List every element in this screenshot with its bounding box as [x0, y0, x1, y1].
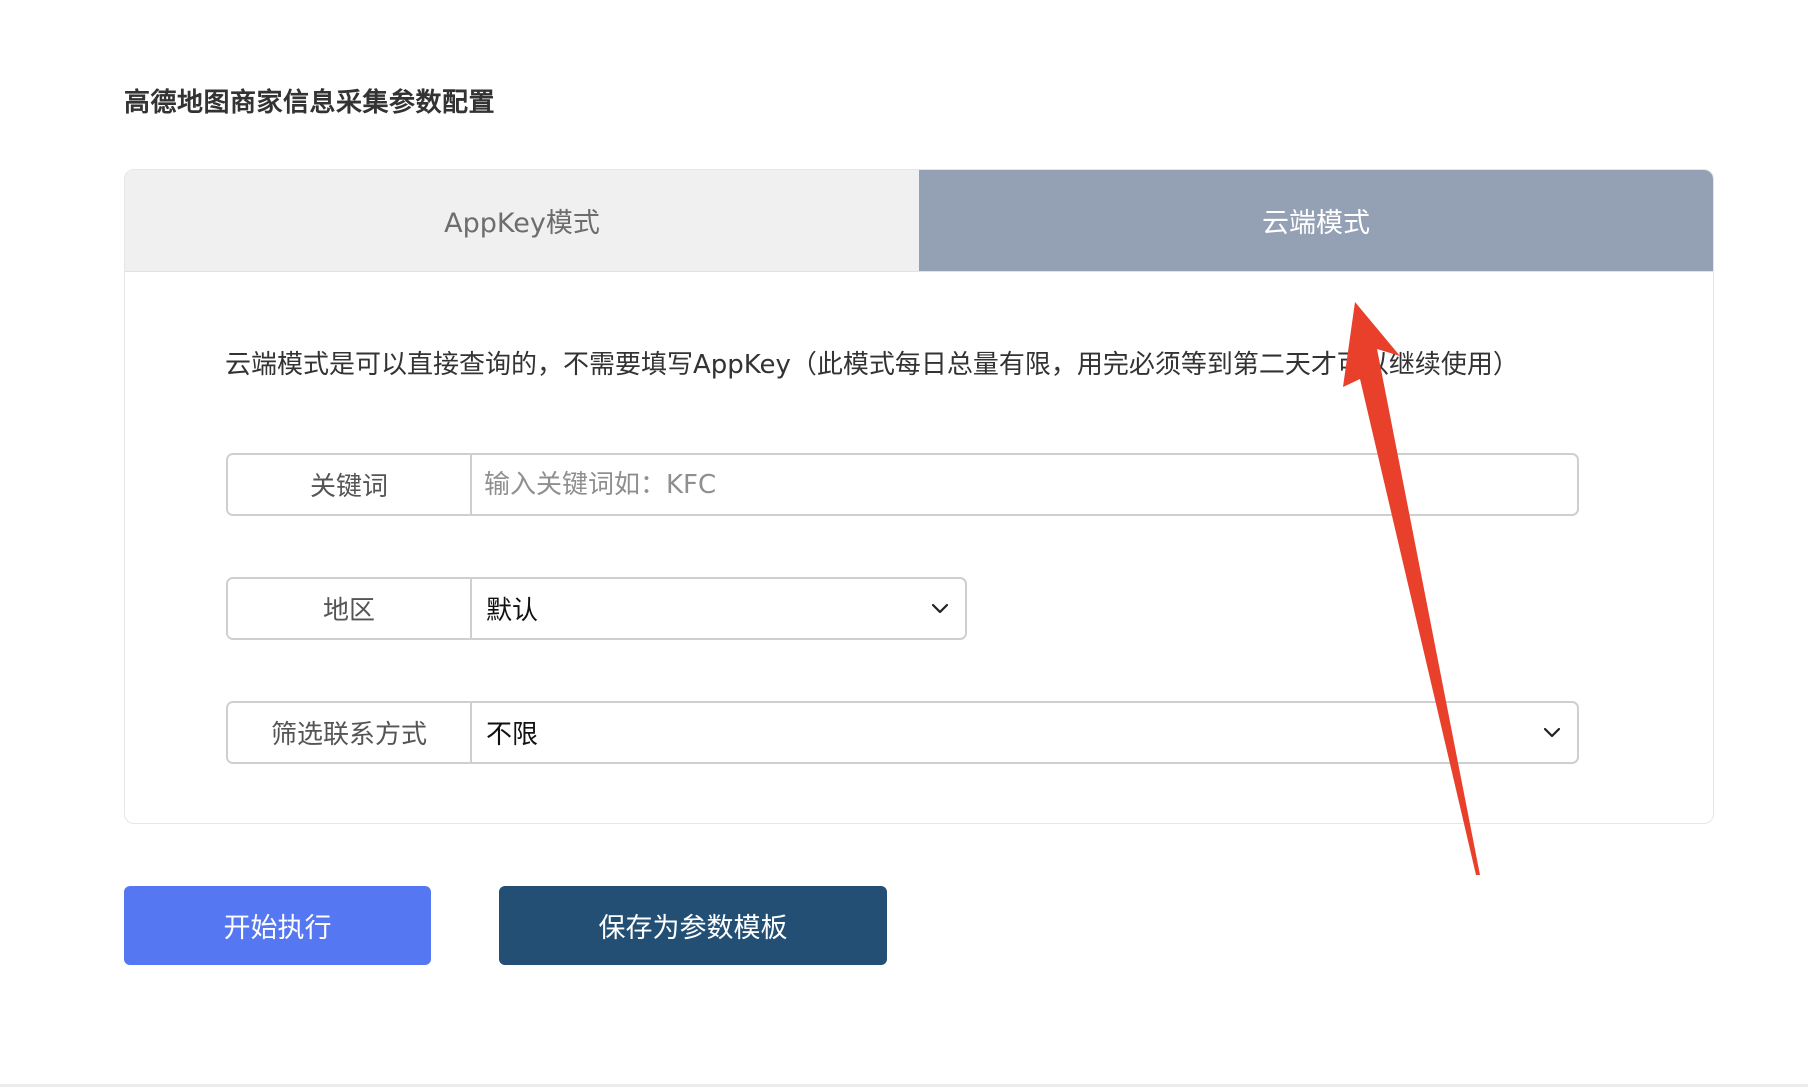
contact-filter-select-value: 不限 — [486, 720, 539, 750]
keyword-control — [472, 455, 1577, 514]
save-template-button[interactable]: 保存为参数模板 — [499, 886, 887, 965]
contact-filter-label: 筛选联系方式 — [228, 703, 472, 762]
keyword-label: 关键词 — [228, 455, 472, 514]
chevron-down-icon — [1543, 727, 1561, 737]
keyword-row: 关键词 — [226, 453, 1579, 516]
chevron-down-icon — [931, 603, 949, 613]
bottom-divider — [0, 1084, 1808, 1087]
mode-tabs: AppKey模式 云端模式 — [125, 170, 1713, 272]
tab-cloud-mode[interactable]: 云端模式 — [919, 170, 1713, 271]
contact-filter-select[interactable]: 不限 — [472, 703, 1577, 762]
start-button[interactable]: 开始执行 — [124, 886, 431, 965]
contact-filter-row: 筛选联系方式 不限 — [226, 701, 1579, 764]
keyword-input[interactable] — [472, 455, 1577, 514]
region-label: 地区 — [228, 579, 472, 638]
region-select-value: 默认 — [486, 596, 539, 626]
config-card: AppKey模式 云端模式 云端模式是可以直接查询的，不需要填写AppKey（此… — [124, 169, 1714, 824]
tab-appkey-mode[interactable]: AppKey模式 — [125, 170, 919, 271]
region-select[interactable]: 默认 — [472, 579, 965, 638]
cloud-mode-notice: 云端模式是可以直接查询的，不需要填写AppKey（此模式每日总量有限，用完必须等… — [225, 350, 1519, 380]
region-row: 地区 默认 — [226, 577, 967, 640]
page-title: 高德地图商家信息采集参数配置 — [124, 88, 496, 118]
